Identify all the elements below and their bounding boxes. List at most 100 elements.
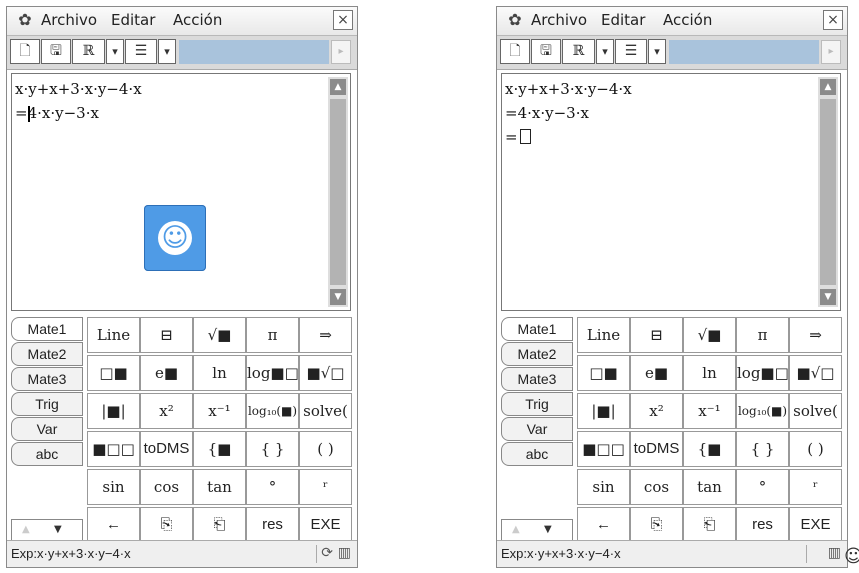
close-button[interactable]: ×	[333, 10, 353, 30]
scroll-up-icon[interactable]: ▲	[330, 79, 346, 95]
power-key[interactable]: □■	[87, 355, 140, 391]
nth-root-key[interactable]: ■√□	[789, 355, 842, 391]
line-key[interactable]: Line	[87, 317, 140, 353]
log-base-key[interactable]: log■□	[246, 355, 299, 391]
radian-key[interactable]: ʳ	[789, 469, 842, 505]
scroll-thumb[interactable]	[820, 99, 836, 285]
backspace-key[interactable]: ←	[577, 507, 630, 543]
degree-key[interactable]: °	[246, 469, 299, 505]
tab-mate2[interactable]: Mate2	[11, 342, 83, 366]
radian-key[interactable]: ʳ	[299, 469, 352, 505]
tab-abc[interactable]: abc	[11, 442, 83, 466]
exp-key[interactable]: e■	[140, 355, 193, 391]
tab-mate2[interactable]: Mate2	[501, 342, 573, 366]
tan-key[interactable]: tan	[193, 469, 246, 505]
scroll-down-icon[interactable]: ▼	[820, 289, 836, 305]
scroll-down-icon[interactable]: ▼	[330, 289, 346, 305]
solve-key[interactable]: solve(	[299, 393, 352, 429]
res-key[interactable]: res	[246, 507, 299, 543]
paste-key[interactable]: ⎗	[193, 507, 246, 543]
real-mode-icon[interactable]: ℝ	[72, 39, 105, 64]
solve-key[interactable]: solve(	[789, 393, 842, 429]
system-key[interactable]: {■	[193, 431, 246, 467]
sin-key[interactable]: sin	[87, 469, 140, 505]
exe-key[interactable]: EXE	[299, 507, 352, 543]
tan-key[interactable]: tan	[683, 469, 736, 505]
copy-key[interactable]: ⎘	[630, 507, 683, 543]
keyboard-up-icon[interactable]: ▲	[512, 524, 520, 535]
keyboard-down-icon[interactable]: ▼	[54, 524, 62, 535]
list-icon[interactable]: ☰	[615, 39, 647, 64]
toolbar-right-arrow-icon[interactable]: ▸	[821, 40, 841, 64]
exp-key[interactable]: e■	[630, 355, 683, 391]
tab-mate1[interactable]: Mate1	[501, 317, 573, 341]
paste-key[interactable]: ⎗	[683, 507, 736, 543]
braces-key[interactable]: { }	[246, 431, 299, 467]
menu-accion[interactable]: Acción	[173, 11, 222, 29]
implies-key[interactable]: ⇒	[299, 317, 352, 353]
pi-key[interactable]: π	[736, 317, 789, 353]
save-icon[interactable]: 🖫	[531, 39, 561, 64]
log-base-key[interactable]: log■□	[736, 355, 789, 391]
square-key[interactable]: x²	[630, 393, 683, 429]
menu-archivo[interactable]: Archivo	[41, 11, 97, 29]
nth-root-key[interactable]: ■√□	[299, 355, 352, 391]
dropdown-icon[interactable]: ▾	[106, 39, 124, 64]
tab-var[interactable]: Var	[11, 417, 83, 441]
dropdown-icon[interactable]: ▾	[158, 39, 176, 64]
gear-icon[interactable]: ✿	[505, 10, 525, 30]
ln-key[interactable]: ln	[193, 355, 246, 391]
todms-key[interactable]: toDMS	[630, 431, 683, 467]
work-area[interactable]: x·y+x+3·x·y−4·x =4·x·y−3·x ▲ ▼ ☺	[11, 73, 351, 311]
tab-mate3[interactable]: Mate3	[11, 367, 83, 391]
tab-var[interactable]: Var	[501, 417, 573, 441]
scroll-up-icon[interactable]: ▲	[820, 79, 836, 95]
work-area[interactable]: x·y+x+3·x·y−4·x =4·x·y−3·x = ▲ ▼	[501, 73, 841, 311]
sin-key[interactable]: sin	[577, 469, 630, 505]
menu-editar[interactable]: Editar	[601, 11, 645, 29]
tab-trig[interactable]: Trig	[11, 392, 83, 416]
sqrt-key[interactable]: √■	[683, 317, 736, 353]
new-input-line[interactable]: =	[505, 128, 531, 146]
gear-icon[interactable]: ✿	[15, 10, 35, 30]
parens-key[interactable]: ( )	[299, 431, 352, 467]
tab-mate3[interactable]: Mate3	[501, 367, 573, 391]
new-file-icon[interactable]: 🗋	[500, 39, 530, 64]
tab-trig[interactable]: Trig	[501, 392, 573, 416]
cos-key[interactable]: cos	[140, 469, 193, 505]
log10-key[interactable]: log₁₀(■)	[736, 393, 789, 429]
menu-accion[interactable]: Acción	[663, 11, 712, 29]
close-button[interactable]: ×	[823, 10, 843, 30]
implies-key[interactable]: ⇒	[789, 317, 842, 353]
sqrt-key[interactable]: √■	[193, 317, 246, 353]
abs-key[interactable]: |■|	[577, 393, 630, 429]
save-icon[interactable]: 🖫	[41, 39, 71, 64]
keyboard-down-icon[interactable]: ▼	[544, 524, 552, 535]
vertical-scrollbar[interactable]: ▲ ▼	[818, 77, 838, 307]
vertical-scrollbar[interactable]: ▲ ▼	[328, 77, 348, 307]
fraction-key[interactable]: ⊟	[630, 317, 683, 353]
braces-key[interactable]: { }	[736, 431, 789, 467]
system-key[interactable]: {■	[683, 431, 736, 467]
tab-mate1[interactable]: Mate1	[11, 317, 83, 341]
cos-key[interactable]: cos	[630, 469, 683, 505]
inverse-key[interactable]: x⁻¹	[193, 393, 246, 429]
res-key[interactable]: res	[736, 507, 789, 543]
toolbar-right-arrow-icon[interactable]: ▸	[331, 40, 351, 64]
inverse-key[interactable]: x⁻¹	[683, 393, 736, 429]
real-mode-icon[interactable]: ℝ	[562, 39, 595, 64]
menu-archivo[interactable]: Archivo	[531, 11, 587, 29]
log10-key[interactable]: log₁₀(■)	[246, 393, 299, 429]
menu-editar[interactable]: Editar	[111, 11, 155, 29]
exe-key[interactable]: EXE	[789, 507, 842, 543]
todms-key[interactable]: toDMS	[140, 431, 193, 467]
pi-key[interactable]: π	[246, 317, 299, 353]
new-file-icon[interactable]: 🗋	[10, 39, 40, 64]
list-icon[interactable]: ☰	[125, 39, 157, 64]
backspace-key[interactable]: ←	[87, 507, 140, 543]
square-key[interactable]: x²	[140, 393, 193, 429]
matrix-key[interactable]: ■□□	[87, 431, 140, 467]
matrix-key[interactable]: ■□□	[577, 431, 630, 467]
degree-key[interactable]: °	[736, 469, 789, 505]
power-key[interactable]: □■	[577, 355, 630, 391]
